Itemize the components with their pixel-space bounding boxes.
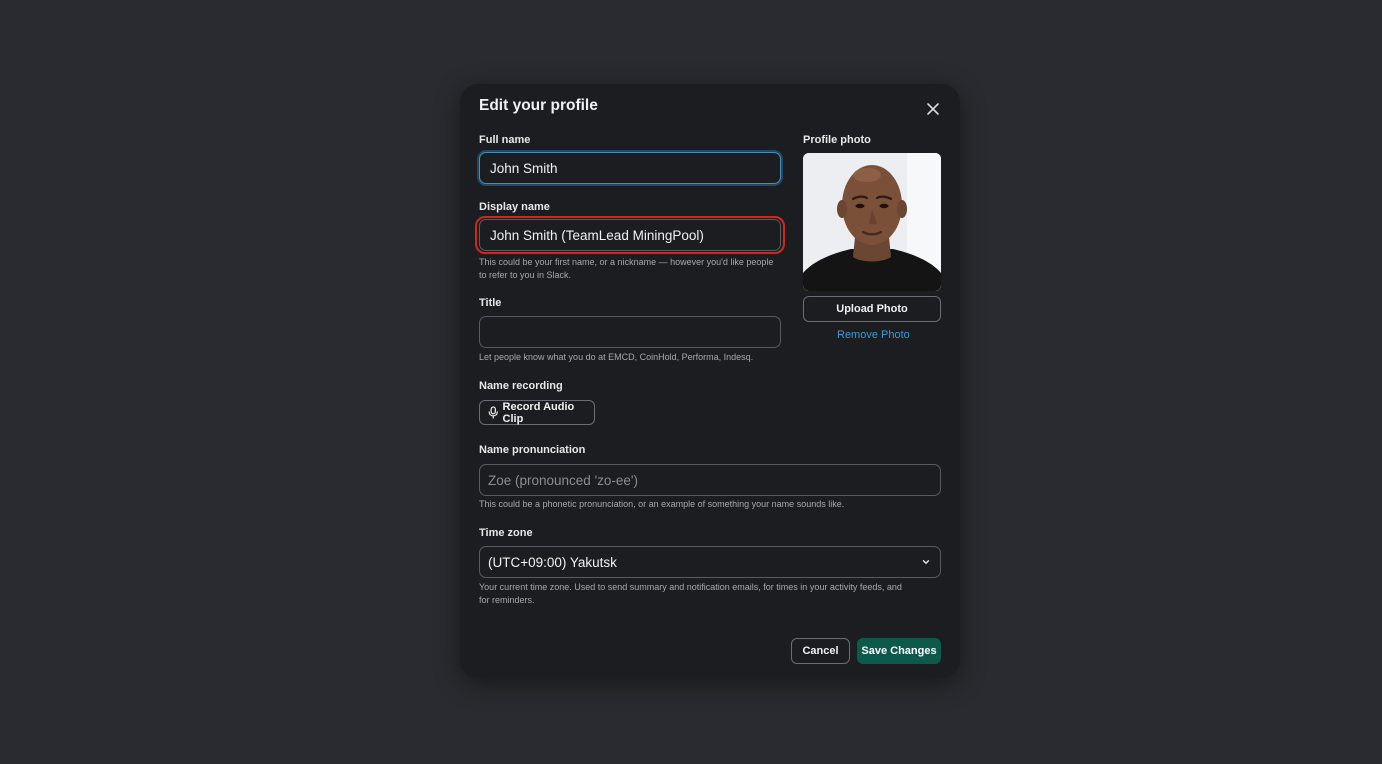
chevron-down-icon xyxy=(922,560,930,564)
close-button[interactable] xyxy=(924,100,942,118)
cancel-button[interactable]: Cancel xyxy=(791,638,850,664)
time-zone-hint: Your current time zone. Used to send sum… xyxy=(479,582,902,605)
cancel-label: Cancel xyxy=(802,645,839,657)
record-audio-clip-label: Record Audio Clip xyxy=(502,400,575,425)
record-audio-clip-button[interactable]: Record Audio Clip xyxy=(479,400,595,425)
full-name-value: John Smith xyxy=(490,160,558,176)
remove-photo-link[interactable]: Remove Photo xyxy=(837,329,910,341)
modal-title: Edit your profile xyxy=(479,97,598,114)
display-name-value: John Smith (TeamLead MiningPool) xyxy=(490,227,704,243)
title-label: Title xyxy=(479,297,502,309)
name-pronunciation-placeholder: Zoe (pronounced 'zo-ee') xyxy=(488,472,638,488)
edit-profile-modal: Edit your profile Full name John Smith D… xyxy=(460,84,960,678)
save-changes-label: Save Changes xyxy=(861,645,937,657)
title-input[interactable] xyxy=(479,316,781,348)
full-name-label: Full name xyxy=(479,134,531,146)
display-name-input[interactable]: John Smith (TeamLead MiningPool) xyxy=(479,219,781,251)
close-icon xyxy=(927,103,939,115)
display-name-hint: This could be your first name, or a nick… xyxy=(479,257,774,280)
upload-photo-button[interactable]: Upload Photo xyxy=(803,296,941,322)
name-pronunciation-hint: This could be a phonetic pronunciation, … xyxy=(479,499,845,509)
profile-photo-label: Profile photo xyxy=(803,134,871,146)
name-pronunciation-label: Name pronunciation xyxy=(479,444,586,456)
name-pronunciation-input[interactable]: Zoe (pronounced 'zo-ee') xyxy=(479,464,941,496)
time-zone-select[interactable]: (UTC+09:00) Yakutsk xyxy=(479,546,941,578)
title-hint: Let people know what you do at EMCD, Coi… xyxy=(479,352,754,362)
full-name-input[interactable]: John Smith xyxy=(479,152,781,184)
time-zone-value: (UTC+09:00) Yakutsk xyxy=(488,554,617,570)
upload-photo-label: Upload Photo xyxy=(836,303,908,315)
name-recording-label: Name recording xyxy=(479,380,563,392)
microphone-icon xyxy=(488,406,498,419)
profile-photo xyxy=(803,153,941,291)
display-name-label: Display name xyxy=(479,201,550,213)
save-changes-button[interactable]: Save Changes xyxy=(857,638,941,664)
time-zone-label: Time zone xyxy=(479,527,533,539)
profile-photo-image xyxy=(803,153,941,291)
